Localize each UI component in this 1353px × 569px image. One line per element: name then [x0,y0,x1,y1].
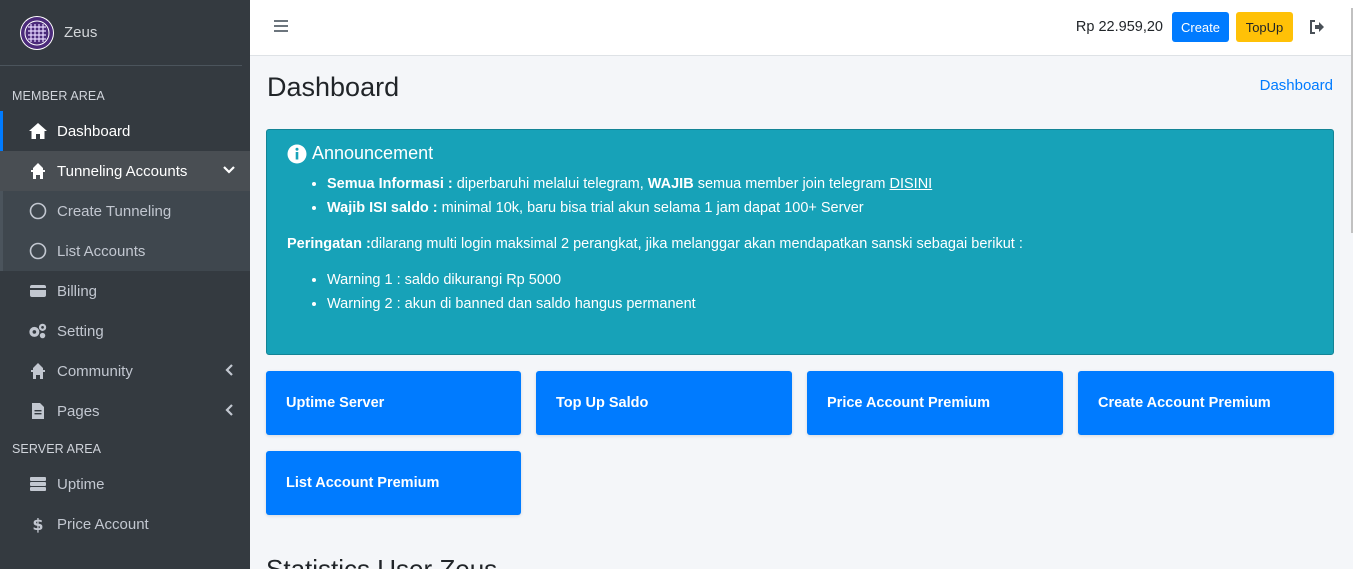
sidebar-item-label: Create Tunneling [57,202,172,220]
chevron-down-icon [222,163,236,177]
sidebar-item-label: List Accounts [57,242,146,260]
chevron-left-icon [222,363,236,377]
gears-icon [28,321,48,341]
sidebar: Zeus MEMBER AREA Dashboard Tunneling Acc… [0,0,250,569]
statistics-title: Statistics User Zeus [266,554,498,569]
sidebar-item-dashboard[interactable]: Dashboard [0,111,250,151]
menu-icon[interactable] [274,19,288,35]
price-account-premium-card[interactable]: Price Account Premium [807,371,1063,435]
sidebar-item-label: Pages [57,402,100,420]
sidebar-item-create-tunneling[interactable]: Create Tunneling [0,191,250,231]
wajib-label: WAJIB [647,176,694,192]
dollar-icon: $ [28,514,48,534]
sidebar-item-label: Community [57,362,133,380]
server-area-header: SERVER AREA [12,442,102,456]
info-label: Semua Informasi : [327,176,453,192]
sidebar-item-price-account[interactable]: $ Price Account [0,504,250,544]
circle-icon [28,241,48,261]
create-button[interactable]: Create [1172,12,1229,42]
sidebar-item-label: Setting [57,322,104,340]
info-text: semua member join telegram [693,176,890,192]
uptime-server-card[interactable]: Uptime Server [266,371,521,435]
wallet-icon [28,281,48,301]
tunnel-icon [28,161,48,181]
saldo-label: Wajib ISI saldo : [327,200,438,216]
file-icon [28,401,48,421]
sidebar-item-billing[interactable]: Billing [0,271,250,311]
announcement-heading: Announcement [287,143,1313,164]
info-text: diperbaruhi melalui telegram, [452,176,648,192]
sidebar-item-label: Uptime [57,475,105,493]
announcement-callout: Announcement Semua Informasi : diperbaru… [266,129,1334,355]
info-icon [287,144,307,164]
topup-button[interactable]: TopUp [1236,12,1293,42]
top-up-saldo-card[interactable]: Top Up Saldo [536,371,792,435]
announcement-title: Announcement [312,143,434,163]
topbar: Rp 22.959,20 Create TopUp [250,0,1353,233]
member-area-header: MEMBER AREA [12,89,105,103]
sidebar-item-list-accounts[interactable]: List Accounts [0,231,250,271]
list-item: Warning 1 : saldo dikurangi Rp 5000 [327,268,1313,292]
svg-text:$: $ [32,515,43,533]
list-item: Wajib ISI saldo : minimal 10k, baru bisa… [327,196,1313,220]
sidebar-item-label: Billing [57,282,98,300]
sidebar-item-pages[interactable]: Pages [0,391,250,431]
warning-paragraph: Peringatan :dilarang multi login maksima… [287,236,1313,252]
server-icon [28,474,48,494]
logout-icon[interactable] [1309,19,1325,35]
warning-text: dilarang multi login maksimal 2 perangka… [370,236,1023,252]
create-account-premium-card[interactable]: Create Account Premium [1078,371,1334,435]
brand-logo [20,15,54,50]
chevron-left-icon [222,403,236,417]
page-title: Dashboard [267,72,400,102]
list-item: Warning 2 : akun di banned dan saldo han… [327,292,1313,316]
sidebar-item-label: Dashboard [57,122,131,140]
sidebar-item-community[interactable]: Community [0,351,250,391]
brand-name: Zeus [64,24,98,41]
brand[interactable]: Zeus [0,0,242,66]
announcement-list: Semua Informasi : diperbaruhi melalui te… [327,172,1313,220]
balance-display: Rp 22.959,20 [1075,19,1163,35]
saldo-text: minimal 10k, baru bisa trial akun selama… [437,200,864,216]
sidebar-item-setting[interactable]: Setting [0,311,250,351]
home-icon [28,121,48,141]
breadcrumb-dashboard[interactable]: Dashboard [1260,77,1333,94]
sidebar-item-uptime[interactable]: Uptime [0,464,250,504]
community-icon [28,361,48,381]
circle-icon [28,201,48,221]
sidebar-item-tunneling-accounts[interactable]: Tunneling Accounts [0,151,250,191]
sidebar-item-label: Price Account [57,515,149,533]
list-item: Semua Informasi : diperbaruhi melalui te… [327,172,1313,196]
sidebar-item-label: Tunneling Accounts [57,162,188,180]
telegram-link[interactable]: DISINI [890,176,933,192]
warning-label: Peringatan : [287,236,371,252]
warning-list: Warning 1 : saldo dikurangi Rp 5000 Warn… [327,268,1313,316]
list-account-premium-card[interactable]: List Account Premium [266,451,521,515]
